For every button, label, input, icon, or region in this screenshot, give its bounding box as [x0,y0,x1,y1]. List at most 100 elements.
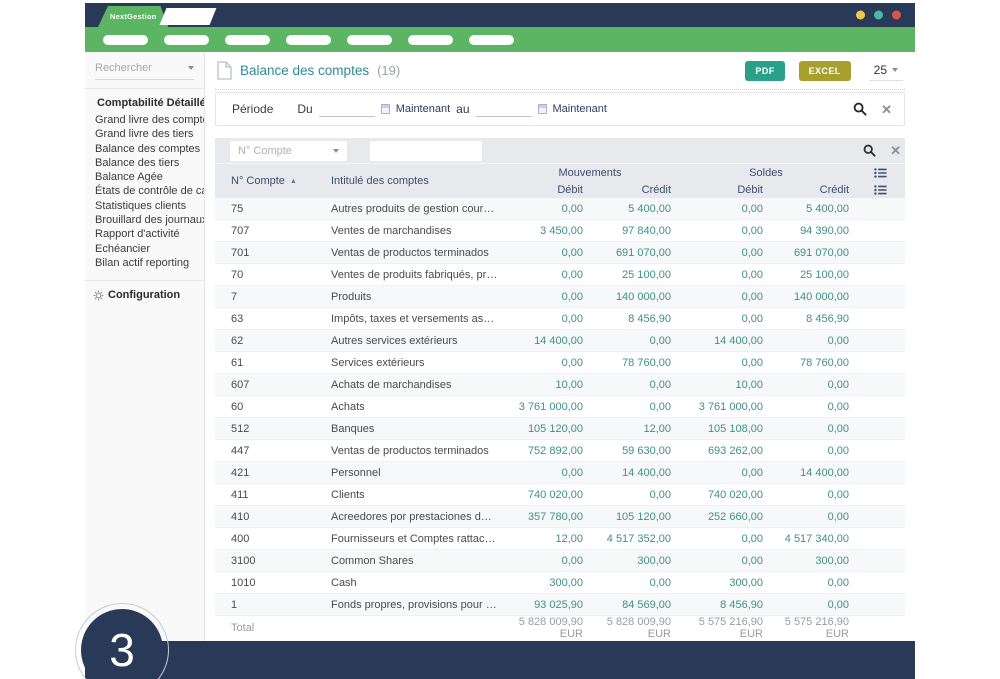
cell-solde-debit: 0,00 [677,269,769,281]
footer-bar [85,641,915,679]
cell-mvt-debit: 0,00 [503,269,589,281]
date-to-input[interactable] [476,102,532,117]
cell-mvt-debit: 0,00 [503,467,589,479]
cell-solde-credit: 0,00 [769,445,855,457]
calendar-icon[interactable] [381,104,390,114]
maintenant-to-link[interactable]: Maintenant [553,103,607,115]
sidebar-item-balance-des-tiers[interactable]: Balance des tiers [85,156,204,170]
column-settings-button[interactable] [855,181,905,198]
sidebar-item-balance-agee[interactable]: Balance Agée [85,170,204,184]
date-from-input[interactable] [319,102,375,117]
cell-solde-credit: 5 400,00 [769,203,855,215]
table-row-701[interactable]: 701 Ventas de productos terminados 0,00 … [215,242,905,264]
cell-intitule: Cash [331,577,503,589]
table-filter-input[interactable] [370,141,482,161]
sidebar-item-rapport-d-activite[interactable]: Rapport d'activité [85,227,204,241]
brand-logo: NextGestion [110,12,156,21]
cell-compte: 62 [215,335,331,347]
periode-actions: ✕ [853,102,896,116]
sidebar-item-balance-des-comptes[interactable]: Balance des comptes [85,142,204,156]
periode-clear-button[interactable]: ✕ [881,103,892,116]
table-row-400[interactable]: 400 Fournisseurs et Comptes rattac… 12,0… [215,528,905,550]
sidebar-item-etats-de-controle-de-caisse[interactable]: États de contrôle de caisse [85,184,204,198]
nav-pill[interactable] [164,35,209,45]
excel-export-button[interactable]: EXCEL [799,61,851,81]
brand-tab[interactable]: NextGestion [98,6,168,27]
cell-solde-debit: 3 761 000,00 [677,401,769,413]
column-header-solde-debit[interactable]: Débit [677,181,769,198]
column-header-mvt-debit[interactable]: Débit [503,181,589,198]
sidebar-item-echeancier[interactable]: Echéancier [85,242,204,256]
table-row-70[interactable]: 70 Ventes de produits fabriqués, pr… 0,0… [215,264,905,286]
page-size-select[interactable]: 25 [869,60,903,81]
sidebar-item-statistiques-clients[interactable]: Statistiques clients [85,199,204,213]
cell-solde-debit: 14 400,00 [677,335,769,347]
nav-pill[interactable] [347,35,392,45]
cell-mvt-credit: 12,00 [589,423,677,435]
cell-solde-credit: 0,00 [769,599,855,611]
sidebar-item-grand-livre-des-tiers[interactable]: Grand livre des tiers [85,127,204,141]
table-row-707[interactable]: 707 Ventes de marchandises 3 450,00 97 8… [215,220,905,242]
sidebar-section-comptabilite[interactable]: Comptabilité Détaillé… [85,89,204,113]
sidebar-section-configuration[interactable]: Configuration [85,281,204,305]
sidebar-item-bilan-actif-reporting[interactable]: Bilan actif reporting [85,256,204,270]
window-dot-green-icon[interactable] [874,11,883,20]
table-row-607[interactable]: 607 Achats de marchandises 10,00 0,00 10… [215,374,905,396]
search-icon [863,144,876,157]
table-row-411[interactable]: 411 Clients 740 020,00 0,00 740 020,00 0… [215,484,905,506]
nav-pill[interactable] [286,35,331,45]
column-header-solde-credit[interactable]: Crédit [769,181,855,198]
periode-search-button[interactable] [853,102,867,116]
table-row-7[interactable]: 7 Produits 0,00 140 000,00 0,00 140 000,… [215,286,905,308]
cell-mvt-debit: 740 020,00 [503,489,589,501]
cell-solde-credit: 0,00 [769,379,855,391]
cell-intitule: Services extérieurs [331,357,503,369]
cell-mvt-debit: 93 025,90 [503,599,589,611]
table-row-512[interactable]: 512 Banques 105 120,00 12,00 105 108,00 … [215,418,905,440]
cell-mvt-debit: 10,00 [503,379,589,391]
table-row-410[interactable]: 410 Acreedores por prestaciones d… 357 7… [215,506,905,528]
nav-pill[interactable] [103,35,148,45]
cell-compte: 400 [215,533,331,545]
sidebar-search-select[interactable]: Rechercher [95,62,194,80]
sidebar-menu: Grand livre des comptes Grand livre des … [85,113,204,270]
table-header: N° Compte [215,138,905,198]
cell-intitule: Fonds propres, provisions pour … [331,599,503,611]
column-settings-button[interactable] [855,164,905,181]
table-row-3100[interactable]: 3100 Common Shares 0,00 300,00 0,00 300,… [215,550,905,572]
cell-compte: 60 [215,401,331,413]
table-row-1[interactable]: 1 Fonds propres, provisions pour … 93 02… [215,594,905,616]
table-row-60[interactable]: 60 Achats 3 761 000,00 0,00 3 761 000,00… [215,396,905,418]
column-header-mvt-credit[interactable]: Crédit [589,181,677,198]
column-header-compte[interactable]: N° Compte ▲ [215,164,331,198]
table-row-447[interactable]: 447 Ventas de productos terminados 752 8… [215,440,905,462]
table-row-421[interactable]: 421 Personnel 0,00 14 400,00 0,00 14 400… [215,462,905,484]
cell-compte: 410 [215,511,331,523]
sidebar-item-grand-livre-des-comptes[interactable]: Grand livre des comptes [85,113,204,127]
cell-mvt-credit: 84 569,00 [589,599,677,611]
column-header-intitule[interactable]: Intitulé des comptes [331,164,503,198]
table-row-61[interactable]: 61 Services extérieurs 0,00 78 760,00 0,… [215,352,905,374]
nav-pill[interactable] [408,35,453,45]
cell-intitule: Acreedores por prestaciones d… [331,511,503,523]
table-row-62[interactable]: 62 Autres services extérieurs 14 400,00 … [215,330,905,352]
table-clear-button[interactable]: ✕ [890,144,901,157]
window-dot-red-icon[interactable] [892,11,901,20]
table-column-headers: N° Compte ▲ Intitulé des comptes Mouveme… [215,164,905,198]
cell-mvt-debit: 14 400,00 [503,335,589,347]
calendar-icon[interactable] [538,104,547,114]
sidebar-item-brouillard-des-journaux[interactable]: Brouillard des journaux [85,213,204,227]
maintenant-from-link[interactable]: Maintenant [396,103,450,115]
table-row-1010[interactable]: 1010 Cash 300,00 0,00 300,00 0,00 [215,572,905,594]
cell-compte: 3100 [215,555,331,567]
compte-filter-select[interactable]: N° Compte [230,141,347,161]
main-content: Balance des comptes (19) PDF EXCEL 25 Pé… [205,52,915,641]
table-row-75[interactable]: 75 Autres produits de gestion cour… 0,00… [215,198,905,220]
cell-solde-credit: 0,00 [769,489,855,501]
nav-pill[interactable] [225,35,270,45]
nav-pill[interactable] [469,35,514,45]
table-search-button[interactable] [863,144,876,157]
pdf-export-button[interactable]: PDF [745,61,784,81]
table-row-63[interactable]: 63 Impôts, taxes et versements as… 0,00 … [215,308,905,330]
window-dot-yellow-icon[interactable] [856,11,865,20]
